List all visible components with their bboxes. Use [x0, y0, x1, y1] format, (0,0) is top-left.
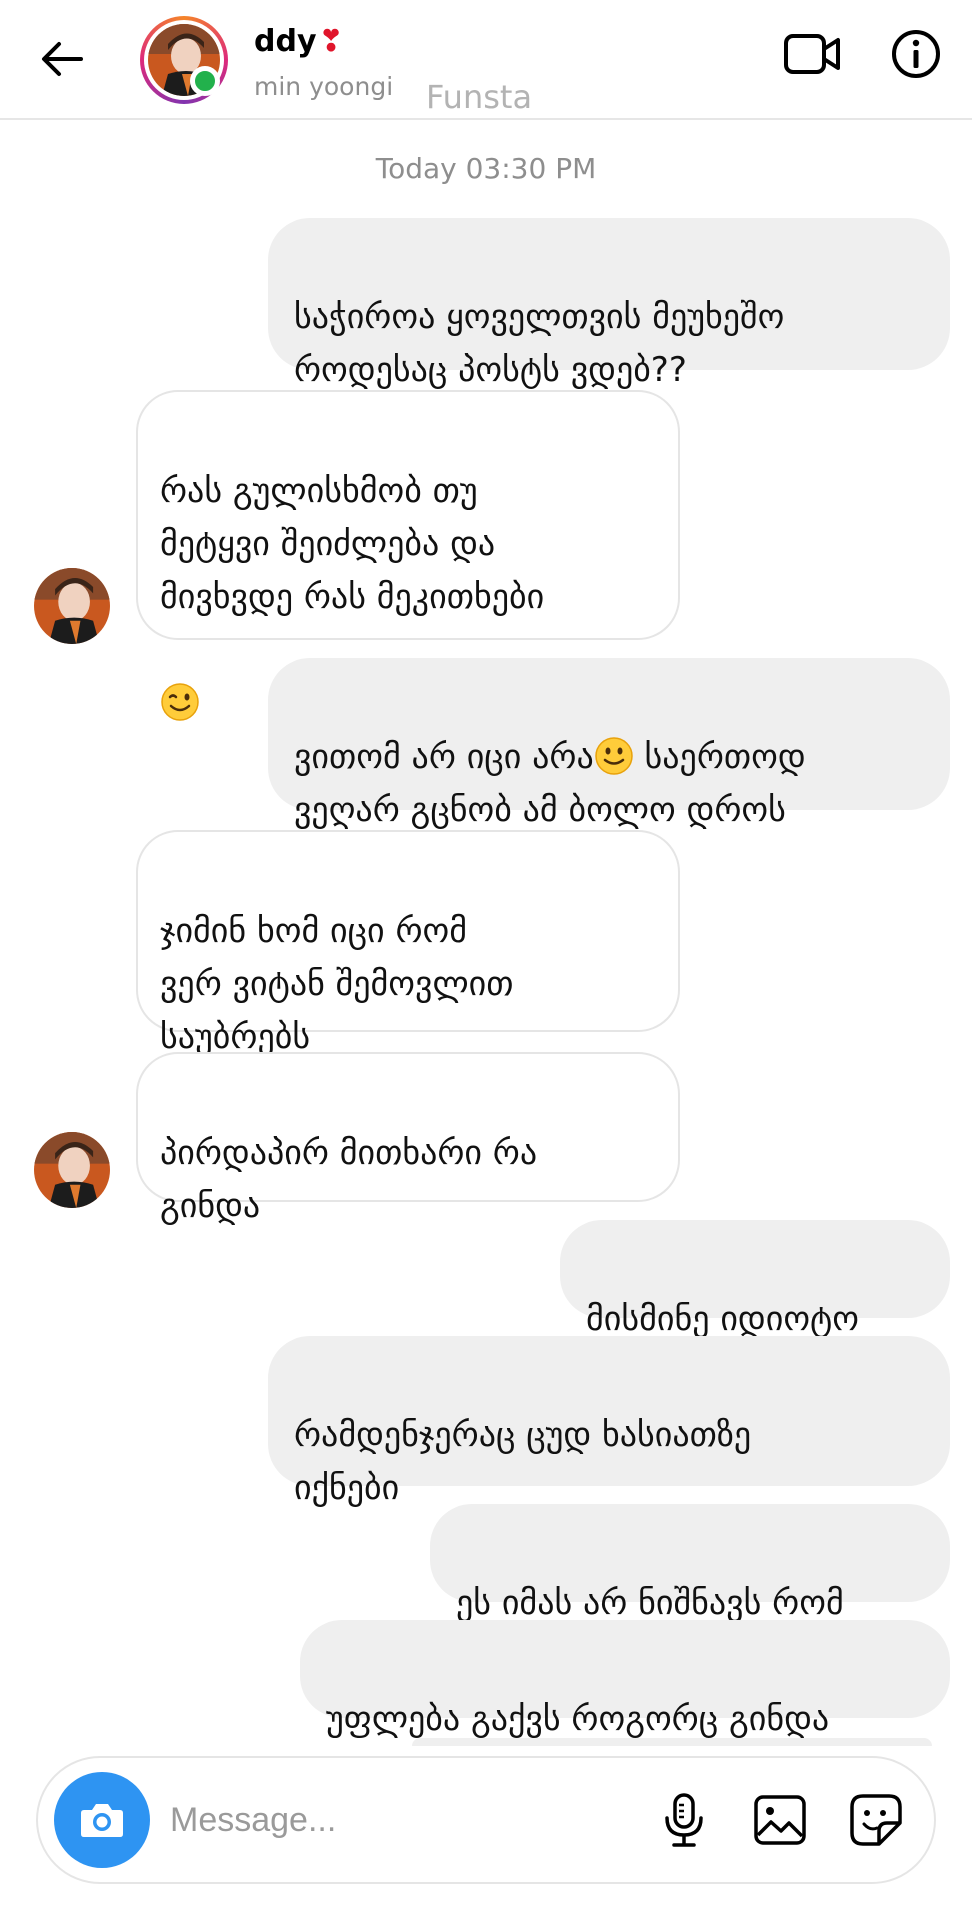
info-button[interactable]	[888, 26, 944, 82]
sender-avatar[interactable]	[34, 1132, 110, 1208]
sticker-button[interactable]	[844, 1788, 908, 1852]
back-button[interactable]	[30, 28, 92, 90]
avatar-photo	[34, 568, 110, 644]
outgoing-message[interactable]: რამდენჯერაც ცუდ ხასიათზე იქნები	[268, 1336, 950, 1508]
outgoing-message[interactable]: საჭიროა ყოველთვის მეუხეშო როდესაც პოსტს …	[268, 218, 950, 390]
message-timestamp: Today 03:30 PM	[375, 152, 597, 185]
message-text-part: ვითომ არ იცი არა	[294, 737, 594, 777]
incoming-message[interactable]: რას გულისხმობ თუ მეტყვი შეიძლება და მივხ…	[136, 390, 680, 721]
arrow-left-icon	[42, 42, 83, 76]
message-text: პირდაპირ მითხარი რა გინდა	[160, 1133, 538, 1226]
message-input[interactable]	[170, 1788, 610, 1852]
info-icon	[892, 30, 940, 78]
message-text: რას გულისხმობ თუ მეტყვი შეიძლება და მივხ…	[160, 471, 545, 617]
message-text: ჯიმინ ხომ იცი რომ ვერ ვიტან შემოვლით საუ…	[160, 911, 514, 1057]
avatar-photo	[34, 1132, 110, 1208]
message-text: საჭიროა ყოველთვის მეუხეშო როდესაც პოსტს …	[294, 297, 785, 390]
chat-header: ddy❣ min yoongi Funsta	[0, 0, 972, 120]
outgoing-message[interactable]: უფლება გაქვს როგორც გინდა	[300, 1620, 950, 1739]
sticker-icon	[850, 1794, 902, 1846]
chat-username: min yoongi	[254, 72, 394, 101]
microphone-icon	[665, 1793, 703, 1847]
incoming-message[interactable]: პირდაპირ მითხარი რა გინდა	[136, 1052, 680, 1226]
message-text: რამდენჯერაც ცუდ ხასიათზე იქნები	[294, 1415, 752, 1508]
outgoing-message-partial	[412, 1738, 932, 1746]
gallery-icon	[754, 1795, 806, 1845]
outgoing-message[interactable]: მისმინე იდიოტო	[560, 1220, 950, 1339]
video-call-icon	[784, 34, 840, 74]
outgoing-message[interactable]: ვითომ არ იცი არა საერთოდ ვეღარ გცნობ ამ …	[268, 658, 950, 830]
slightly-smiling-face-icon	[594, 737, 633, 775]
message-text: მისმინე იდიოტო	[586, 1299, 860, 1339]
camera-icon	[81, 1804, 123, 1837]
video-call-button[interactable]	[780, 26, 844, 82]
online-status-dot	[190, 66, 220, 96]
heart-icon: ❣	[318, 24, 344, 59]
sender-avatar[interactable]	[34, 568, 110, 644]
outgoing-message[interactable]: ეს იმას არ ნიშნავს რომ	[430, 1504, 950, 1623]
chat-name[interactable]: ddy❣	[254, 24, 344, 59]
voice-message-button[interactable]	[652, 1788, 716, 1852]
gallery-button[interactable]	[748, 1788, 812, 1852]
message-text: ეს იმას არ ნიშნავს რომ	[456, 1583, 844, 1623]
chat-name-text: ddy	[254, 24, 317, 59]
message-text: უფლება გაქვს როგორც გინდა	[326, 1699, 830, 1739]
camera-button[interactable]	[54, 1772, 150, 1868]
winking-face-icon	[161, 683, 199, 721]
overlay-caption: Funsta	[426, 78, 533, 116]
message-composer	[36, 1756, 936, 1884]
incoming-message[interactable]: ჯიმინ ხომ იცი რომ ვერ ვიტან შემოვლით საუ…	[136, 830, 680, 1057]
